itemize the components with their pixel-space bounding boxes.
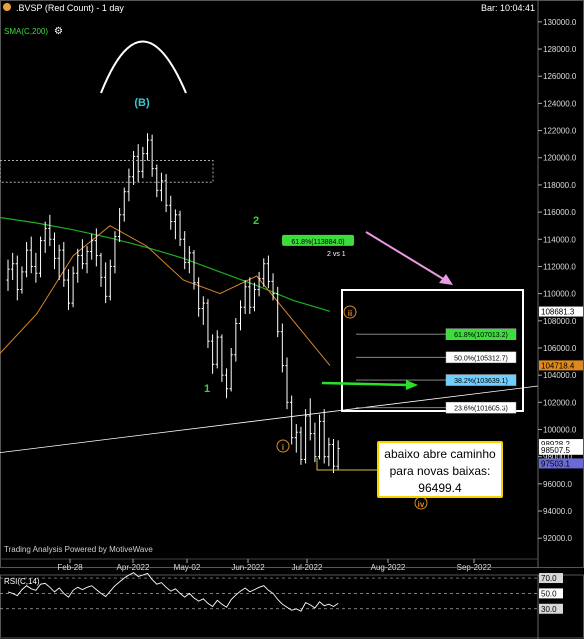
sma-legend: SMA(C,200) bbox=[4, 27, 49, 36]
x-tick-label: May-02 bbox=[174, 563, 201, 572]
y-tick-label: 116000.0 bbox=[543, 208, 576, 217]
y-tick-label: 130000.0 bbox=[543, 18, 577, 27]
price-tag-label: 97503.1 bbox=[541, 459, 570, 468]
wave-label: (B) bbox=[134, 97, 150, 109]
symbol-dot-icon bbox=[3, 3, 11, 11]
price-tag-label: 104718.4 bbox=[541, 361, 575, 370]
wave-label: iv bbox=[418, 500, 425, 509]
fib-box-relation: 2 vs 1 bbox=[493, 403, 512, 410]
y-tick-label: 122000.0 bbox=[543, 127, 577, 136]
y-tick-label: 96000.0 bbox=[543, 480, 572, 489]
rsi-tick-label: 30.0 bbox=[541, 605, 557, 614]
chart-title: .BVSP (Red Count) - 1 day bbox=[16, 3, 124, 13]
rsi-panel: 70.0 50.0 30.0 bbox=[0, 572, 584, 639]
y-tick-label: 112000.0 bbox=[543, 262, 576, 271]
resistance-zone bbox=[0, 159, 214, 183]
fib-level-label: 50.0%(105312.7) bbox=[454, 355, 508, 362]
top-arc bbox=[100, 40, 187, 94]
rsi-line bbox=[7, 572, 339, 612]
y-tick-label: 126000.0 bbox=[543, 72, 577, 81]
watermark: Trading Analysis Powered by MotiveWave bbox=[4, 545, 153, 554]
note-line-2: para novas baixas: bbox=[389, 464, 491, 478]
wave-label: 1 bbox=[204, 383, 210, 395]
wave-label: i bbox=[282, 443, 284, 452]
rsi-legend: RSI(C,14) bbox=[4, 577, 40, 586]
chart-canvas: (B)12iiiiv61.8%(113884.0)2 vs 161.8%(107… bbox=[0, 0, 584, 639]
y-tick-label: 110000.0 bbox=[543, 290, 576, 299]
bar-time: Bar: 10:04:41 bbox=[481, 3, 536, 13]
y-tick-label: 102000.0 bbox=[543, 398, 577, 407]
rsi-tick-label: 70.0 bbox=[541, 574, 557, 583]
y-tick-label: 128000.0 bbox=[543, 45, 577, 54]
y-tick-label: 100000.0 bbox=[543, 426, 577, 435]
note-line-3: 96499.4 bbox=[418, 481, 462, 495]
gear-icon[interactable]: ⚙ bbox=[54, 26, 63, 37]
x-tick-label: Aug-2022 bbox=[371, 563, 406, 572]
fib-box bbox=[341, 289, 524, 412]
fib-top-label: 61.8%(113884.0) bbox=[291, 239, 344, 246]
wave-label: ii bbox=[348, 309, 352, 318]
y-tick-label: 92000.0 bbox=[543, 534, 572, 543]
x-tick-label: Jun-2022 bbox=[231, 563, 265, 572]
y-tick-label: 120000.0 bbox=[543, 154, 577, 163]
fib-level-label: 61.8%(107013.2) bbox=[454, 332, 508, 339]
x-tick-label: Apr-2022 bbox=[117, 563, 150, 572]
fib-level-label: 38.2%(103639.1) bbox=[454, 378, 508, 385]
note-connector bbox=[316, 458, 377, 471]
green-arrow bbox=[321, 381, 411, 387]
pink-arrow bbox=[365, 231, 446, 281]
fib-top-relation: 2 vs 1 bbox=[327, 251, 346, 258]
x-tick-label: Sep-2022 bbox=[457, 563, 492, 572]
y-tick-label: 114000.0 bbox=[543, 235, 576, 244]
green-arrow-head bbox=[406, 380, 418, 390]
wave-label: 2 bbox=[253, 215, 259, 227]
y-tick-label: 108000.0 bbox=[543, 317, 577, 326]
price-tag-label: 108681.3 bbox=[541, 308, 575, 317]
y-tick-label: 124000.0 bbox=[543, 99, 577, 108]
note-line-1: abaixo abre caminho bbox=[384, 447, 496, 461]
price-tag-label: 98507.5 bbox=[541, 446, 570, 455]
rsi-frame bbox=[0, 574, 584, 639]
candlestick-series bbox=[6, 133, 340, 473]
y-tick-label: 94000.0 bbox=[543, 507, 572, 516]
annotation-note: abaixo abre caminho para novas baixas: 9… bbox=[377, 441, 503, 498]
y-tick-label: 118000.0 bbox=[543, 181, 576, 190]
pink-arrow-head bbox=[439, 274, 453, 285]
y-tick-label: 104000.0 bbox=[543, 371, 577, 380]
x-tick-label: Feb-28 bbox=[57, 563, 83, 572]
y-tick-label: 106000.0 bbox=[543, 344, 577, 353]
annotations: (B)12iiiiv61.8%(113884.0)2 vs 161.8%(107… bbox=[0, 40, 524, 510]
x-tick-label: Jul-2022 bbox=[292, 563, 323, 572]
rsi-tick-label: 50.0 bbox=[541, 589, 557, 598]
